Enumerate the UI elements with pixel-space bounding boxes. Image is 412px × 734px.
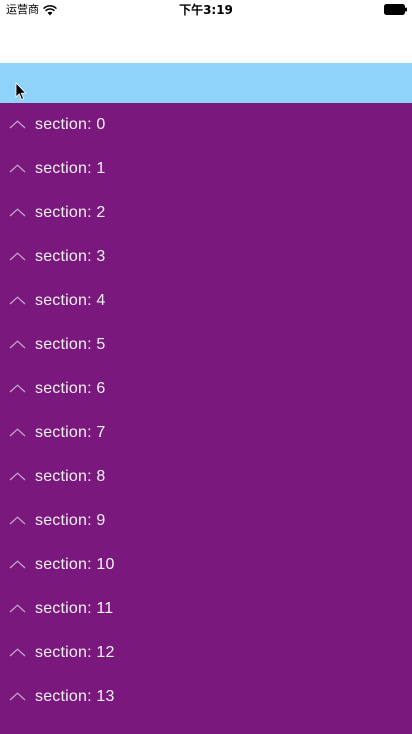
chevron-up-icon <box>9 560 26 569</box>
list-item[interactable]: section: 7 <box>0 411 412 455</box>
section-label: section: 10 <box>35 556 115 573</box>
section-label: section: 9 <box>35 512 106 529</box>
chevron-up-icon <box>9 428 26 437</box>
list-item[interactable]: section: 0 <box>0 103 412 147</box>
list-item[interactable]: section: 4 <box>0 279 412 323</box>
chevron-up-icon <box>9 472 26 481</box>
chevron-up-icon <box>9 340 26 349</box>
list-item[interactable]: section: 13 <box>0 675 412 719</box>
section-label: section: 7 <box>35 424 106 441</box>
list-item[interactable]: section: 6 <box>0 367 412 411</box>
status-time: 下午3:19 <box>179 3 233 17</box>
section-label: section: 5 <box>35 336 106 353</box>
cursor-icon <box>15 82 27 101</box>
chevron-up-icon <box>9 384 26 393</box>
list-item[interactable]: section: 11 <box>0 587 412 631</box>
list-item[interactable]: section: 12 <box>0 631 412 675</box>
chevron-up-icon <box>9 692 26 701</box>
list-item[interactable]: section: 8 <box>0 455 412 499</box>
chevron-up-icon <box>9 252 26 261</box>
list-item[interactable]: section: 9 <box>0 499 412 543</box>
header-bar[interactable] <box>0 63 412 103</box>
section-label: section: 6 <box>35 380 106 397</box>
chevron-up-icon <box>9 164 26 173</box>
battery-icon <box>384 4 407 15</box>
section-label: section: 12 <box>35 644 115 661</box>
list-item[interactable]: section: 1 <box>0 147 412 191</box>
chevron-up-icon <box>9 296 26 305</box>
app-screen: 运营商 下午3:19 section: 0 section: 1 section: … <box>0 0 412 734</box>
chevron-up-icon <box>9 516 26 525</box>
section-label: section: 1 <box>35 160 106 177</box>
chevron-up-icon <box>9 120 26 129</box>
status-bar: 运营商 下午3:19 <box>0 0 412 20</box>
section-label: section: 4 <box>35 292 106 309</box>
section-label: section: 11 <box>35 600 114 617</box>
chevron-up-icon <box>9 208 26 217</box>
list-item[interactable]: section: 3 <box>0 235 412 279</box>
list-item[interactable]: section: 10 <box>0 543 412 587</box>
section-list: section: 0 section: 1 section: 2 section: 3… <box>0 103 412 734</box>
chevron-up-icon <box>9 604 26 613</box>
section-label: section: 8 <box>35 468 106 485</box>
section-label: section: 0 <box>35 116 106 133</box>
section-label: section: 13 <box>35 688 115 705</box>
list-item[interactable]: section: 2 <box>0 191 412 235</box>
chevron-up-icon <box>9 648 26 657</box>
section-label: section: 3 <box>35 248 106 265</box>
section-label: section: 2 <box>35 204 106 221</box>
list-item[interactable]: section: 5 <box>0 323 412 367</box>
